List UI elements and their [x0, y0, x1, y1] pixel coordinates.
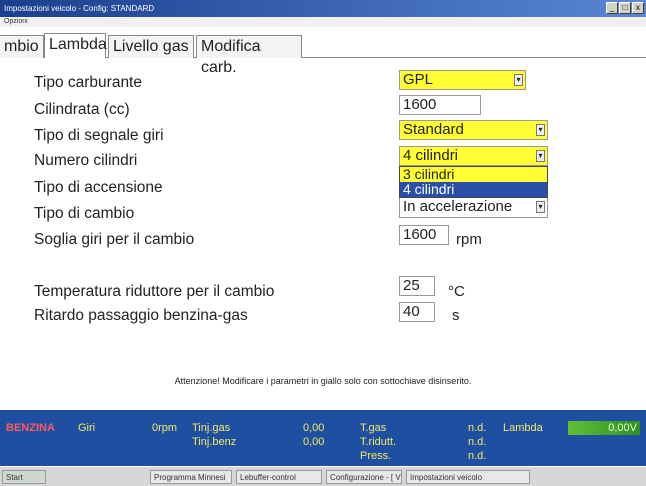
dropdown-option-4-cilindri[interactable]: 4 cilindri: [400, 182, 547, 197]
label-soglia-giri: Soglia giri per il cambio: [34, 231, 195, 248]
window-controls: _ □ x: [606, 2, 644, 14]
maximize-button[interactable]: □: [619, 2, 631, 14]
taskbar-item-programma[interactable]: Programma Minnesi: [150, 470, 232, 484]
press-value: n.d.: [468, 450, 487, 462]
tab-livello-gas[interactable]: Livello gas: [108, 35, 194, 58]
tipo-carburante-select[interactable]: GPL ▾: [399, 70, 526, 90]
warning-message: Attenzione! Modificare i parametri in gi…: [174, 376, 472, 386]
taskbar-item-configurazione[interactable]: Configurazione - [ Vista...: [326, 470, 402, 484]
start-button[interactable]: Start: [2, 470, 46, 484]
lambda-value: 0,00V: [568, 421, 640, 435]
ritardo-value: 40: [403, 303, 420, 320]
soglia-giri-value: 1600: [403, 226, 437, 243]
tinj-benz-value: 0,00: [303, 436, 325, 448]
tab-strip: mbio Lambda Livello gas Modifica carb.: [0, 31, 646, 76]
menu-bar: Opzioni: [0, 17, 646, 27]
chevron-down-icon[interactable]: ▾: [536, 150, 545, 162]
cilindrata-input[interactable]: 1600: [399, 95, 481, 115]
close-button[interactable]: x: [632, 2, 644, 14]
label-ritardo: Ritardo passaggio benzina-gas: [34, 307, 248, 324]
cilindrata-value: 1600: [403, 96, 437, 113]
label-segnale-giri: Tipo di segnale giri: [34, 127, 164, 144]
tgas-label: T.gas: [360, 422, 387, 434]
giri-value: 0rpm: [152, 422, 178, 434]
tgas-value: n.d.: [468, 422, 487, 434]
tab-cambio[interactable]: mbio: [0, 35, 44, 58]
ritardo-input[interactable]: 40: [399, 302, 435, 322]
cambio-select[interactable]: In accelerazione ▾: [399, 198, 548, 218]
temperatura-unit: °C: [448, 283, 465, 300]
window-title: Impostazioni veicolo - Config: STANDARD: [4, 4, 155, 13]
tinj-gas-label: Tinj.gas: [192, 422, 231, 434]
label-cambio: Tipo di cambio: [34, 205, 135, 222]
segnale-giri-select[interactable]: Standard ▾: [399, 120, 548, 140]
status-panel: BENZINA Giri 0rpm Tinj.gas 0,00 Tinj.ben…: [0, 410, 646, 466]
chevron-down-icon[interactable]: ▾: [536, 124, 545, 136]
temperatura-input[interactable]: 25: [399, 276, 435, 296]
soglia-giri-input[interactable]: 1600: [399, 225, 449, 245]
numero-cilindri-select[interactable]: 4 cilindri ▾: [399, 146, 548, 166]
tridutt-label: T.ridutt.: [360, 436, 397, 448]
tridutt-value: n.d.: [468, 436, 487, 448]
tinj-benz-label: Tinj.benz: [192, 436, 237, 448]
soglia-giri-unit: rpm: [456, 231, 482, 248]
taskbar-item-impostazioni[interactable]: Impostazioni veicolo: [406, 470, 530, 484]
taskbar: Start Programma Minnesi Lebuffer-control…: [0, 466, 646, 486]
label-temperatura: Temperatura riduttore per il cambio: [34, 283, 275, 300]
label-numero-cilindri: Numero cilindri: [34, 152, 138, 169]
tinj-gas-value: 0,00: [303, 422, 325, 434]
temperatura-value: 25: [403, 277, 420, 294]
dropdown-option-3-cilindri[interactable]: 3 cilindri: [400, 167, 547, 182]
tipo-carburante-value: GPL: [403, 71, 434, 88]
fuel-mode-indicator: BENZINA: [6, 422, 55, 434]
press-label: Press.: [360, 450, 392, 462]
lambda-label: Lambda: [503, 422, 543, 434]
window-title-bar: Impostazioni veicolo - Config: STANDARD …: [0, 0, 646, 17]
tab-lambda[interactable]: Lambda: [44, 33, 107, 58]
giri-label: Giri: [78, 422, 96, 434]
numero-cilindri-dropdown-list: 3 cilindri 4 cilindri: [399, 166, 548, 198]
chevron-down-icon[interactable]: ▾: [536, 201, 545, 213]
label-accensione: Tipo di accensione: [34, 179, 163, 196]
ritardo-unit: s: [452, 307, 460, 324]
label-cilindrata: Cilindrata (cc): [34, 101, 130, 118]
tab-modifica-carb[interactable]: Modifica carb.: [196, 35, 302, 76]
taskbar-item-lebuffer[interactable]: Lebuffer-control: [236, 470, 322, 484]
cambio-value: In accelerazione: [403, 198, 513, 215]
numero-cilindri-value: 4 cilindri: [403, 147, 459, 164]
segnale-giri-value: Standard: [403, 121, 464, 138]
label-tipo-carburante: Tipo carburante: [34, 74, 142, 91]
chevron-down-icon[interactable]: ▾: [514, 74, 523, 86]
minimize-button[interactable]: _: [606, 2, 618, 14]
menu-options[interactable]: Opzioni: [4, 18, 28, 25]
